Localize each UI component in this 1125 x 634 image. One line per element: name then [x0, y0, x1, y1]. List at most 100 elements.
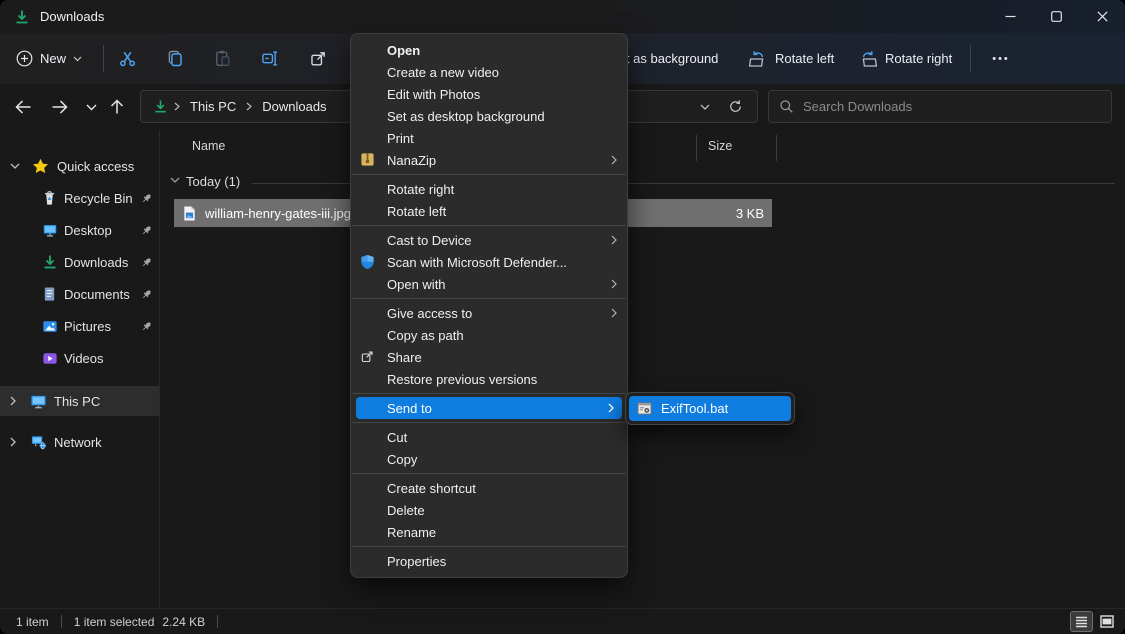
- items-count: 1 item: [16, 615, 49, 629]
- sidebar-item-this-pc[interactable]: This PC: [0, 386, 159, 416]
- menu-item-rotate-right[interactable]: Rotate right: [351, 178, 627, 200]
- submenu-chevron-icon: [611, 279, 617, 289]
- rotate-left-icon: [748, 49, 768, 69]
- menu-item-create-shortcut[interactable]: Create shortcut: [351, 477, 627, 499]
- cut-icon: [118, 49, 137, 68]
- ellipsis-icon: •••: [992, 53, 1010, 65]
- menu-item-restore-previous-versions[interactable]: Restore previous versions: [351, 368, 627, 390]
- new-button[interactable]: New: [16, 33, 82, 84]
- rename-button[interactable]: [252, 41, 288, 76]
- menu-item-create-a-new-video[interactable]: Create a new video: [351, 61, 627, 83]
- menu-item-rename[interactable]: Rename: [351, 521, 627, 543]
- menu-item-print[interactable]: Print: [351, 127, 627, 149]
- copy-icon: [166, 49, 185, 68]
- sidebar-item-videos[interactable]: Videos: [0, 342, 159, 374]
- pin-icon: [140, 320, 153, 333]
- address-dropdown-icon[interactable]: [700, 104, 710, 110]
- sidebar-item-quick-access[interactable]: Quick access: [0, 150, 159, 182]
- toolbar-separator: [970, 45, 971, 72]
- menu-item-send-to[interactable]: Send to: [356, 397, 622, 419]
- menu-separator: [352, 225, 626, 226]
- up-button[interactable]: [104, 95, 130, 119]
- sidebar-item-documents[interactable]: Documents: [0, 278, 159, 310]
- context-menu: Open Create a new video Edit with Photos…: [350, 33, 628, 578]
- rotate-right-button[interactable]: Rotate right: [858, 33, 952, 84]
- downloads-icon: [42, 254, 58, 270]
- menu-item-cast-to-device[interactable]: Cast to Device: [351, 229, 627, 251]
- refresh-icon[interactable]: [728, 99, 743, 114]
- share-button[interactable]: [300, 41, 336, 76]
- pictures-icon: [42, 319, 58, 334]
- pin-icon: [140, 256, 153, 269]
- menu-item-set-as-desktop-background[interactable]: Set as desktop background: [351, 105, 627, 127]
- cut-button[interactable]: [109, 41, 145, 76]
- maximize-button[interactable]: [1033, 0, 1079, 33]
- sidebar-item-network[interactable]: Network: [0, 426, 159, 458]
- column-divider[interactable]: [776, 135, 777, 161]
- close-button[interactable]: [1079, 0, 1125, 33]
- documents-icon: [42, 286, 57, 302]
- chevron-right-icon[interactable]: [10, 437, 16, 447]
- minimize-button[interactable]: [987, 0, 1033, 33]
- column-header-size[interactable]: Size: [708, 139, 732, 153]
- column-header-name[interactable]: Name: [192, 139, 225, 153]
- submenu-item-exiftool[interactable]: ExifTool.bat: [629, 396, 791, 421]
- group-header-today[interactable]: Today (1): [160, 170, 1125, 196]
- copy-button[interactable]: [157, 41, 193, 76]
- menu-item-share[interactable]: Share: [351, 346, 627, 368]
- share-icon: [309, 49, 328, 68]
- sidebar-item-recycle-bin[interactable]: Recycle Bin: [0, 182, 159, 214]
- see-more-button[interactable]: •••: [983, 41, 1019, 76]
- chevron-down-icon[interactable]: [170, 177, 180, 183]
- search-icon: [779, 99, 794, 114]
- network-icon: [30, 434, 47, 450]
- recycle-bin-icon: [42, 190, 57, 206]
- search-box[interactable]: [768, 90, 1112, 123]
- menu-item-delete[interactable]: Delete: [351, 499, 627, 521]
- rotate-left-button[interactable]: Rotate left: [748, 33, 834, 84]
- thumbnail-view-button[interactable]: [1096, 612, 1117, 631]
- pin-icon: [140, 192, 153, 205]
- send-to-submenu: ExifTool.bat: [625, 392, 795, 425]
- menu-item-properties[interactable]: Properties: [351, 550, 627, 572]
- paste-icon: [213, 49, 232, 68]
- menu-item-copy[interactable]: Copy: [351, 448, 627, 470]
- navigation-pane: Quick access Recycle Bin Desktop Downloa…: [0, 130, 160, 608]
- submenu-chevron-icon: [611, 235, 617, 245]
- breadcrumb-downloads[interactable]: Downloads: [258, 99, 330, 114]
- menu-separator: [352, 546, 626, 547]
- pin-icon: [140, 288, 153, 301]
- jpg-file-icon: [182, 205, 197, 222]
- sidebar-item-downloads[interactable]: Downloads: [0, 246, 159, 278]
- details-view-button[interactable]: [1071, 612, 1092, 631]
- menu-item-scan-with-microsoft-defender[interactable]: Scan with Microsoft Defender...: [351, 251, 627, 273]
- menu-item-rotate-left[interactable]: Rotate left: [351, 200, 627, 222]
- menu-item-give-access-to[interactable]: Give access to: [351, 302, 627, 324]
- rotate-right-icon: [858, 49, 878, 69]
- back-button[interactable]: [10, 95, 36, 119]
- menu-item-nanazip[interactable]: NanaZip: [351, 149, 627, 171]
- sidebar-item-desktop[interactable]: Desktop: [0, 214, 159, 246]
- menu-item-copy-as-path[interactable]: Copy as path: [351, 324, 627, 346]
- videos-icon: [42, 351, 58, 366]
- selection-size: 2.24 KB: [162, 615, 205, 629]
- chevron-right-icon[interactable]: [10, 396, 16, 406]
- menu-item-open-with[interactable]: Open with: [351, 273, 627, 295]
- breadcrumb-this-pc[interactable]: This PC: [186, 99, 240, 114]
- submenu-chevron-icon: [611, 308, 617, 318]
- sidebar-item-pictures[interactable]: Pictures: [0, 310, 159, 342]
- menu-item-open[interactable]: Open: [351, 39, 627, 61]
- search-input[interactable]: [803, 99, 1101, 114]
- file-list: Name Size Today (1) william-henry-gates-…: [160, 130, 1125, 608]
- menu-separator: [352, 298, 626, 299]
- menu-separator: [352, 174, 626, 175]
- recent-locations-button[interactable]: [78, 95, 104, 119]
- forward-button[interactable]: [46, 95, 72, 119]
- paste-button[interactable]: [204, 41, 240, 76]
- menu-item-cut[interactable]: Cut: [351, 426, 627, 448]
- column-divider[interactable]: [696, 135, 697, 161]
- menu-item-edit-with-photos[interactable]: Edit with Photos: [351, 83, 627, 105]
- file-explorer-window: Downloads New Set a: [0, 0, 1125, 634]
- chevron-down-icon[interactable]: [10, 163, 20, 169]
- status-bar: 1 item 1 item selected 2.24 KB: [0, 608, 1125, 634]
